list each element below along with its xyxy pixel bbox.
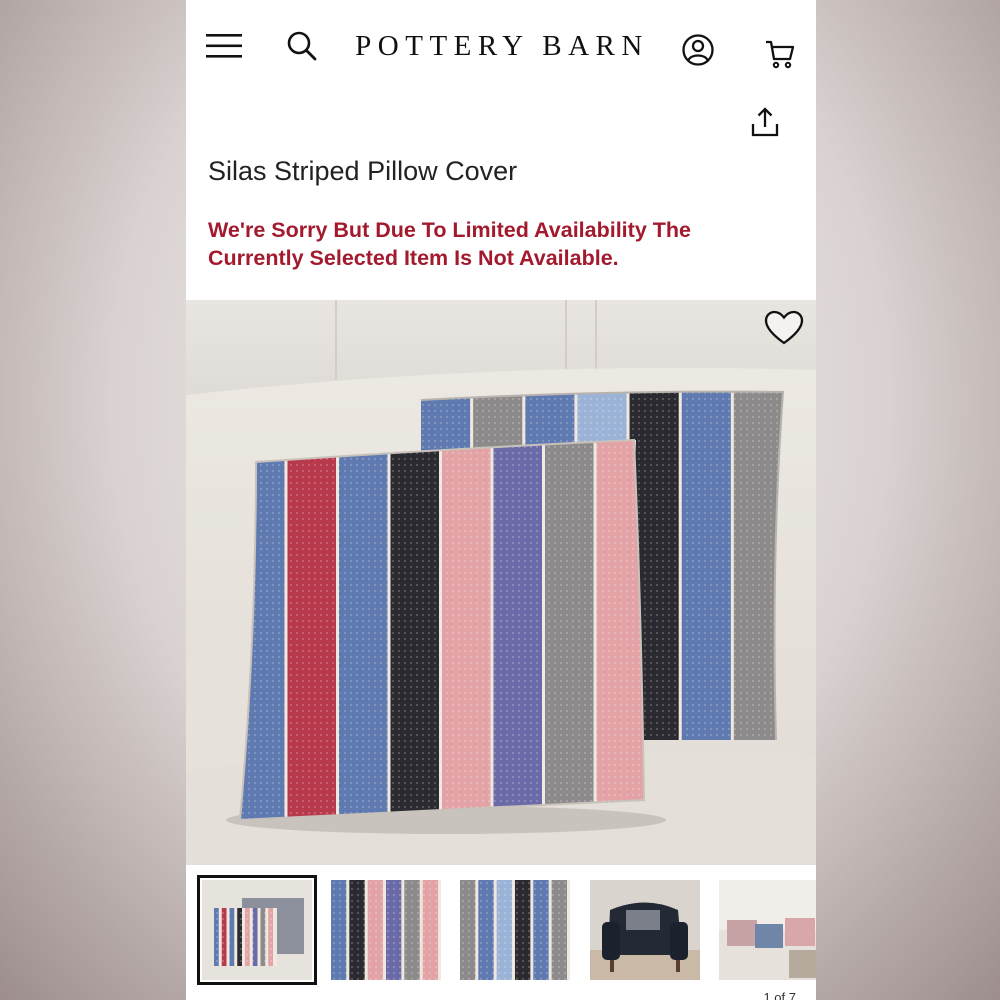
account-icon [682,34,714,66]
site-header: POTTERY BARN [186,0,816,100]
search-button[interactable] [280,24,324,68]
thumbnail-back-detail[interactable] [460,880,570,980]
availability-message: We're Sorry But Due To Limited Availabil… [208,218,691,270]
hamburger-menu-icon [206,34,242,58]
thumbnail-strip [186,875,816,985]
thumbnail-pillow-pair[interactable] [197,875,317,985]
share-button[interactable] [743,100,787,144]
menu-button[interactable] [202,24,246,68]
search-icon [287,31,317,61]
hero-photo [186,300,816,865]
thumbnail-front-detail[interactable] [331,880,441,980]
image-pager: 1 of 7 [763,990,796,1000]
account-button[interactable] [676,28,720,72]
favorite-button[interactable] [764,310,808,350]
share-icon [751,107,779,137]
thumb1-texture [214,908,276,966]
cart-button[interactable] [758,32,802,76]
thumbnail-sofa-room[interactable] [719,880,816,980]
product-title: Silas Striped Pillow Cover [208,156,518,186]
brand-logo[interactable]: POTTERY BARN [355,28,642,64]
thumb2-texture [331,880,441,980]
product-page: POTTERY BARN Silas Striped Pillow Cover … [186,0,816,1000]
thumbnail-armchair[interactable] [590,880,700,980]
product-hero-image[interactable] [186,300,816,865]
heart-icon [764,310,804,345]
thumb3-texture [460,880,570,980]
cart-icon [766,40,795,69]
front-pillow-texture [240,440,644,820]
